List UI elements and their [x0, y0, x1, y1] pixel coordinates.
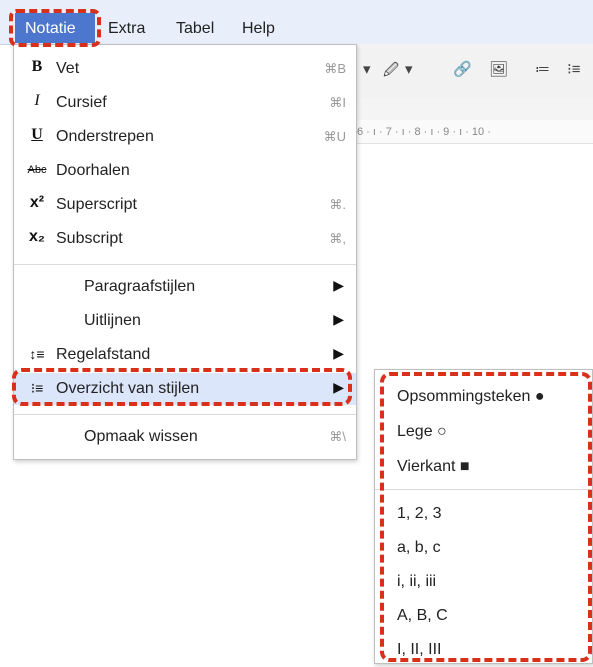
shortcut-label: ⌘I — [329, 95, 346, 110]
editor-toolbar: ▾ 🖉 ▾ 🔗 🖼 ≔ ⁝≡ — [355, 44, 593, 99]
menu-item-subscript[interactable]: x₂ Subscript ⌘, — [14, 223, 356, 255]
superscript-icon: x² — [29, 194, 45, 211]
submenu-item-label: Lege ○ — [397, 423, 447, 440]
submenu-item-label: a, b, c — [397, 539, 441, 556]
submenu-item-upper-alpha[interactable]: A, B, C — [375, 599, 592, 633]
menu-item-label: Paragraafstijlen — [84, 278, 196, 295]
menu-item-onderstrepen[interactable]: U Onderstrepen ⌘U — [14, 121, 356, 153]
subscript-icon: x₂ — [28, 228, 45, 245]
menu-item-label: Opmaak wissen — [84, 428, 198, 445]
submenu-item-label: i, ii, iii — [397, 573, 437, 590]
menu-tabel[interactable]: Tabel — [176, 20, 214, 38]
menu-item-superscript[interactable]: x² Superscript ⌘. — [14, 189, 356, 221]
submenu-arrow-icon: ▶ — [333, 277, 344, 293]
shortcut-label: ⌘. — [329, 197, 346, 212]
submenu-item-lower-roman[interactable]: i, ii, iii — [375, 565, 592, 599]
list-styles-submenu: Opsommingsteken ● Lege ○ Vierkant ■ 1, 2… — [374, 369, 593, 664]
menu-divider — [14, 414, 356, 415]
menu-notatie[interactable]: Notatie — [15, 13, 95, 43]
menu-extra[interactable]: Extra — [108, 20, 145, 38]
submenu-arrow-icon: ▶ — [333, 345, 344, 361]
italic-icon: I — [34, 92, 40, 109]
underline-icon: U — [31, 126, 43, 143]
submenu-divider — [375, 489, 592, 490]
menu-item-doorhalen[interactable]: Abc Doorhalen — [14, 155, 356, 187]
submenu-item-numeric[interactable]: 1, 2, 3 — [375, 497, 592, 531]
menu-item-regelafstand[interactable]: ↕≡ Regelafstand ▶ — [14, 339, 356, 371]
menu-item-paragraafstijlen[interactable]: Paragraafstijlen ▶ — [14, 271, 356, 303]
highlighter-icon[interactable]: 🖉 — [383, 60, 399, 85]
image-icon[interactable]: 🖼 — [489, 60, 508, 78]
ruler-background — [355, 98, 593, 120]
shortcut-label: ⌘B — [324, 61, 346, 76]
submenu-arrow-icon: ▶ — [333, 379, 344, 395]
shortcut-label: ⌘\ — [329, 429, 346, 444]
menu-item-label: Cursief — [56, 94, 107, 111]
menu-help[interactable]: Help — [242, 20, 275, 38]
submenu-item-label: 1, 2, 3 — [397, 505, 442, 522]
submenu-item-label: A, B, C — [397, 607, 448, 624]
dropdown-arrow-icon[interactable]: ▾ — [363, 60, 371, 78]
bold-icon: B — [31, 58, 43, 75]
line-spacing-icon: ↕≡ — [29, 346, 45, 362]
submenu-arrow-icon: ▶ — [333, 311, 344, 327]
menu-item-opmaak-wissen[interactable]: Opmaak wissen ⌘\ — [14, 421, 356, 453]
submenu-item-opsommingsteken[interactable]: Opsommingsteken ● — [375, 380, 592, 414]
bulleted-list-icon[interactable]: ⁝≡ — [567, 60, 581, 78]
shortcut-label: ⌘, — [329, 231, 346, 246]
bulleted-list-icon: ⁝≡ — [30, 380, 44, 396]
menu-item-vet[interactable]: B Vet ⌘B — [14, 53, 356, 85]
submenu-item-label: Vierkant ■ — [397, 458, 470, 475]
menu-item-cursief[interactable]: I Cursief ⌘I — [14, 87, 356, 119]
submenu-item-label: I, II, III — [397, 641, 442, 658]
menu-item-label: Superscript — [56, 196, 137, 213]
menu-item-uitlijnen[interactable]: Uitlijnen ▶ — [14, 305, 356, 337]
shortcut-label: ⌘U — [323, 129, 346, 144]
menu-item-overzicht-van-stijlen[interactable]: ⁝≡ Overzicht van stijlen ▶ — [14, 373, 356, 405]
submenu-item-label: Opsommingsteken ● — [397, 388, 545, 405]
menu-item-label: Onderstrepen — [56, 128, 154, 145]
menu-item-label: Overzicht van stijlen — [56, 380, 200, 397]
ruler: 6 · ı · 7 · ı · 8 · ı · 9 · ı · 10 · — [355, 120, 593, 144]
menu-item-label: Subscript — [56, 230, 123, 247]
menu-item-label: Vet — [56, 60, 80, 77]
link-icon[interactable]: 🔗 — [453, 60, 472, 78]
submenu-item-lege[interactable]: Lege ○ — [375, 415, 592, 449]
menu-item-label: Doorhalen — [56, 162, 130, 179]
menu-item-label: Uitlijnen — [84, 312, 141, 329]
notatie-menu: B Vet ⌘B I Cursief ⌘I U Onderstrepen ⌘U … — [13, 44, 357, 460]
menu-divider — [14, 264, 356, 265]
menu-bar: Notatie Extra Tabel Help — [0, 0, 593, 45]
numbered-list-icon[interactable]: ≔ — [535, 60, 550, 78]
dropdown-arrow-icon[interactable]: ▾ — [405, 60, 413, 78]
menu-item-label: Regelafstand — [56, 346, 151, 363]
strikethrough-icon: Abc — [27, 164, 47, 176]
submenu-item-vierkant[interactable]: Vierkant ■ — [375, 450, 592, 484]
submenu-item-lower-alpha[interactable]: a, b, c — [375, 531, 592, 565]
submenu-item-upper-roman[interactable]: I, II, III — [375, 633, 592, 667]
